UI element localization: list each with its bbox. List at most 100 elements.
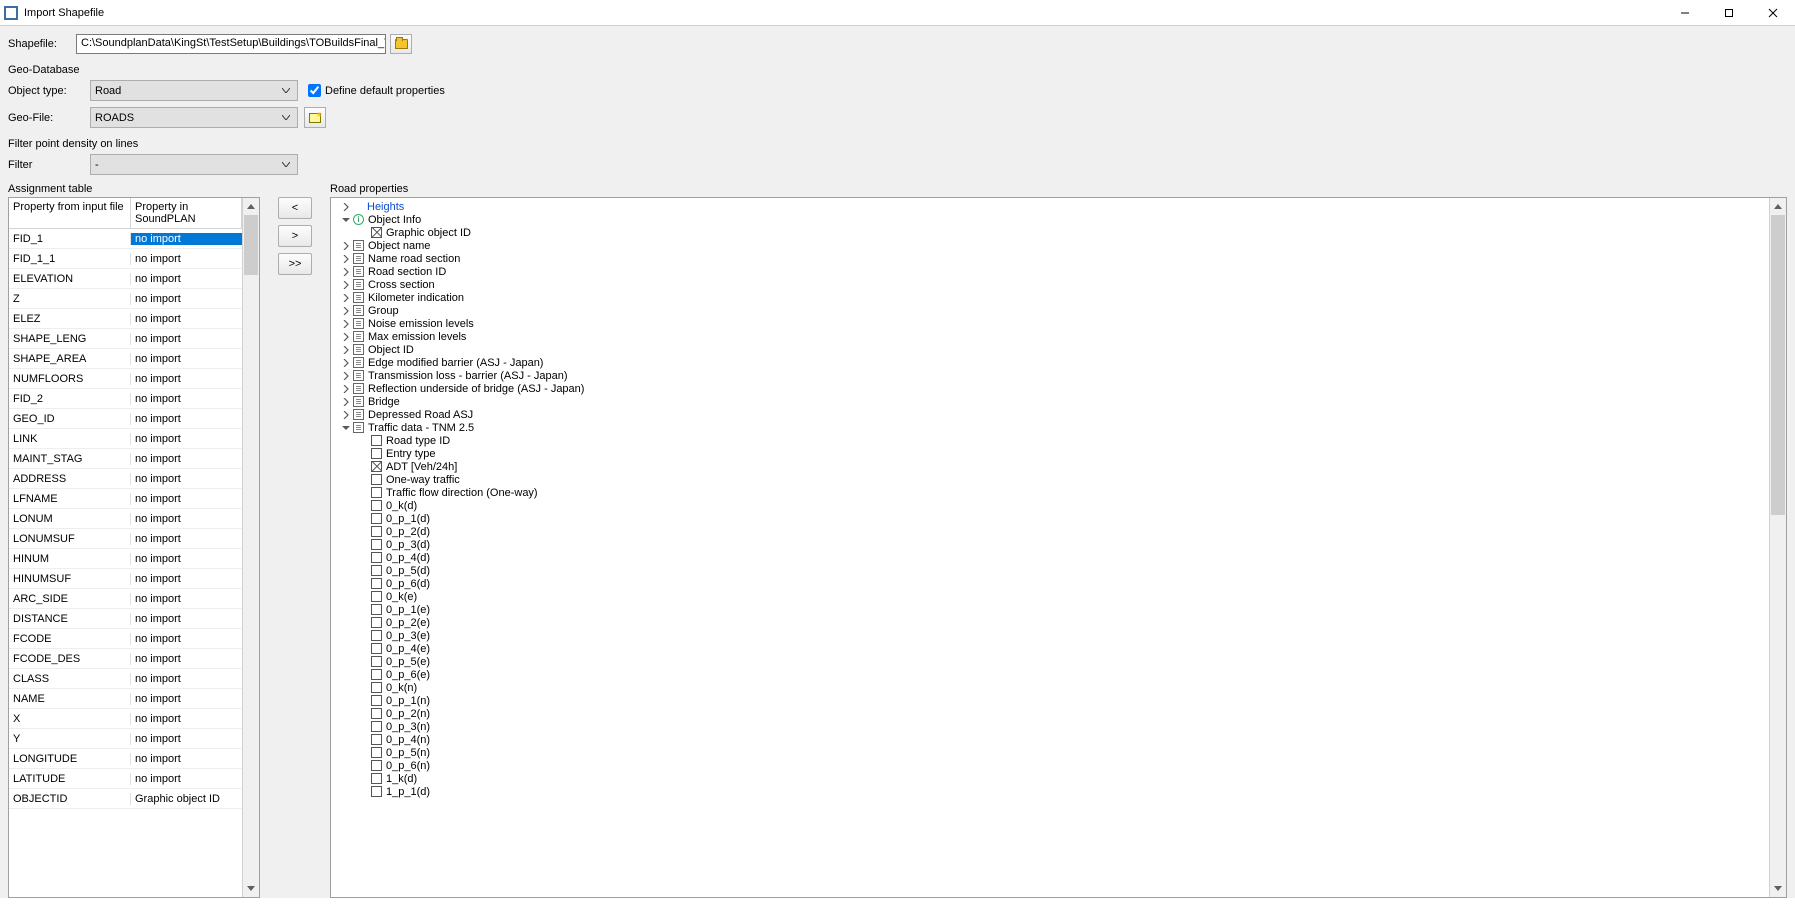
tree-node[interactable]: Bridge [331,395,1769,408]
tree-node[interactable]: Group [331,304,1769,317]
minimize-button[interactable] [1663,0,1707,25]
table-row[interactable]: ELEVATIONno import [9,269,242,289]
tree-node[interactable]: Object name [331,239,1769,252]
tree-node[interactable]: ADT [Veh/24h] [331,460,1769,473]
tree-node[interactable]: Traffic data - TNM 2.5 [331,421,1769,434]
tree-node[interactable]: 0_p_4(n) [331,733,1769,746]
expander-icon[interactable] [341,410,351,420]
expander-icon[interactable] [341,397,351,407]
tree-node[interactable]: Traffic flow direction (One-way) [331,486,1769,499]
tree-node[interactable]: Depressed Road ASJ [331,408,1769,421]
shapefile-path-input[interactable]: C:\SoundplanData\KingSt\TestSetup\Buildi… [76,34,386,54]
tree-node[interactable]: Road section ID [331,265,1769,278]
table-row[interactable]: NAMEno import [9,689,242,709]
expander-icon[interactable] [341,215,351,225]
tree-node[interactable]: Max emission levels [331,330,1769,343]
tree-node[interactable]: 0_p_3(n) [331,720,1769,733]
tree-node[interactable]: 0_p_5(n) [331,746,1769,759]
tree-node[interactable]: 0_p_2(n) [331,707,1769,720]
filter-combobox[interactable]: - [90,154,298,175]
tree-node[interactable]: 0_k(e) [331,590,1769,603]
tree-node[interactable]: Transmission loss - barrier (ASJ - Japan… [331,369,1769,382]
tree-node[interactable]: 0_p_4(d) [331,551,1769,564]
expander-icon[interactable] [341,202,351,212]
table-row[interactable]: FCODE_DESno import [9,649,242,669]
table-row[interactable]: DISTANCEno import [9,609,242,629]
expander-icon[interactable] [341,306,351,316]
expander-icon[interactable] [341,280,351,290]
tree-node[interactable]: Name road section [331,252,1769,265]
table-row[interactable]: LONGITUDEno import [9,749,242,769]
table-row[interactable]: HINUMSUFno import [9,569,242,589]
table-row[interactable]: MAINT_STAGno import [9,449,242,469]
tree-node[interactable]: 0_k(n) [331,681,1769,694]
table-row[interactable]: FID_1no import [9,229,242,249]
tree-node[interactable]: 1_p_1(d) [331,785,1769,798]
table-row[interactable]: ADDRESSno import [9,469,242,489]
expander-icon[interactable] [341,345,351,355]
tree-node[interactable]: 0_p_2(d) [331,525,1769,538]
expander-icon[interactable] [341,371,351,381]
object-type-combobox[interactable]: Road [90,80,298,101]
table-row[interactable]: ELEZno import [9,309,242,329]
tree-node[interactable]: 0_p_4(e) [331,642,1769,655]
table-row[interactable]: HINUMno import [9,549,242,569]
scroll-thumb[interactable] [244,215,258,275]
maximize-button[interactable] [1707,0,1751,25]
tree-node[interactable]: iObject Info [331,213,1769,226]
scroll-down-button[interactable] [1770,880,1786,897]
scroll-thumb[interactable] [1771,215,1785,515]
table-row[interactable]: NUMFLOORSno import [9,369,242,389]
table-row[interactable]: GEO_IDno import [9,409,242,429]
tree-node[interactable]: Reflection underside of bridge (ASJ - Ja… [331,382,1769,395]
table-row[interactable]: LATITUDEno import [9,769,242,789]
geofile-combobox[interactable]: ROADS [90,107,298,128]
tree-node[interactable]: 0_p_2(e) [331,616,1769,629]
scroll-up-button[interactable] [243,198,259,215]
tree-node[interactable]: 0_p_1(d) [331,512,1769,525]
tree-node[interactable]: 0_p_1(e) [331,603,1769,616]
tree-node[interactable]: Object ID [331,343,1769,356]
tree-node[interactable]: 1_k(d) [331,772,1769,785]
expander-icon[interactable] [341,384,351,394]
new-geofile-button[interactable] [304,107,326,128]
tree-node[interactable]: Heights [331,200,1769,213]
table-row[interactable]: Zno import [9,289,242,309]
expander-icon[interactable] [341,332,351,342]
tree-node[interactable]: Cross section [331,278,1769,291]
tree-node[interactable]: 0_p_6(n) [331,759,1769,772]
table-row[interactable]: CLASSno import [9,669,242,689]
assignment-scrollbar[interactable] [242,198,259,897]
table-row[interactable]: LFNAMEno import [9,489,242,509]
assign-button[interactable]: > [278,225,312,247]
expander-icon[interactable] [341,254,351,264]
assignment-header-dest[interactable]: Property in SoundPLAN [131,198,242,228]
expander-icon[interactable] [341,423,351,433]
assignment-header-source[interactable]: Property from input file [9,198,131,228]
tree-node[interactable]: Road type ID [331,434,1769,447]
scroll-track[interactable] [243,215,259,880]
scroll-track[interactable] [1770,215,1786,880]
expander-icon[interactable] [341,241,351,251]
tree-node[interactable]: 0_p_5(e) [331,655,1769,668]
table-row[interactable]: FID_1_1no import [9,249,242,269]
tree-node[interactable]: Noise emission levels [331,317,1769,330]
table-row[interactable]: FID_2no import [9,389,242,409]
expander-icon[interactable] [341,267,351,277]
tree-node[interactable]: One-way traffic [331,473,1769,486]
tree-node[interactable]: Graphic object ID [331,226,1769,239]
define-defaults-checkbox[interactable]: Define default properties [308,84,445,97]
table-row[interactable]: SHAPE_AREAno import [9,349,242,369]
tree-node[interactable]: 0_p_6(d) [331,577,1769,590]
table-row[interactable]: ARC_SIDEno import [9,589,242,609]
browse-shapefile-button[interactable] [390,34,412,54]
table-row[interactable]: LINKno import [9,429,242,449]
table-row[interactable]: LONUMno import [9,509,242,529]
table-row[interactable]: Yno import [9,729,242,749]
tree-node[interactable]: 0_p_3(d) [331,538,1769,551]
assign-all-button[interactable]: >> [278,253,312,275]
table-row[interactable]: SHAPE_LENGno import [9,329,242,349]
tree-node[interactable]: Entry type [331,447,1769,460]
tree-node[interactable]: 0_p_1(n) [331,694,1769,707]
expander-icon[interactable] [341,319,351,329]
